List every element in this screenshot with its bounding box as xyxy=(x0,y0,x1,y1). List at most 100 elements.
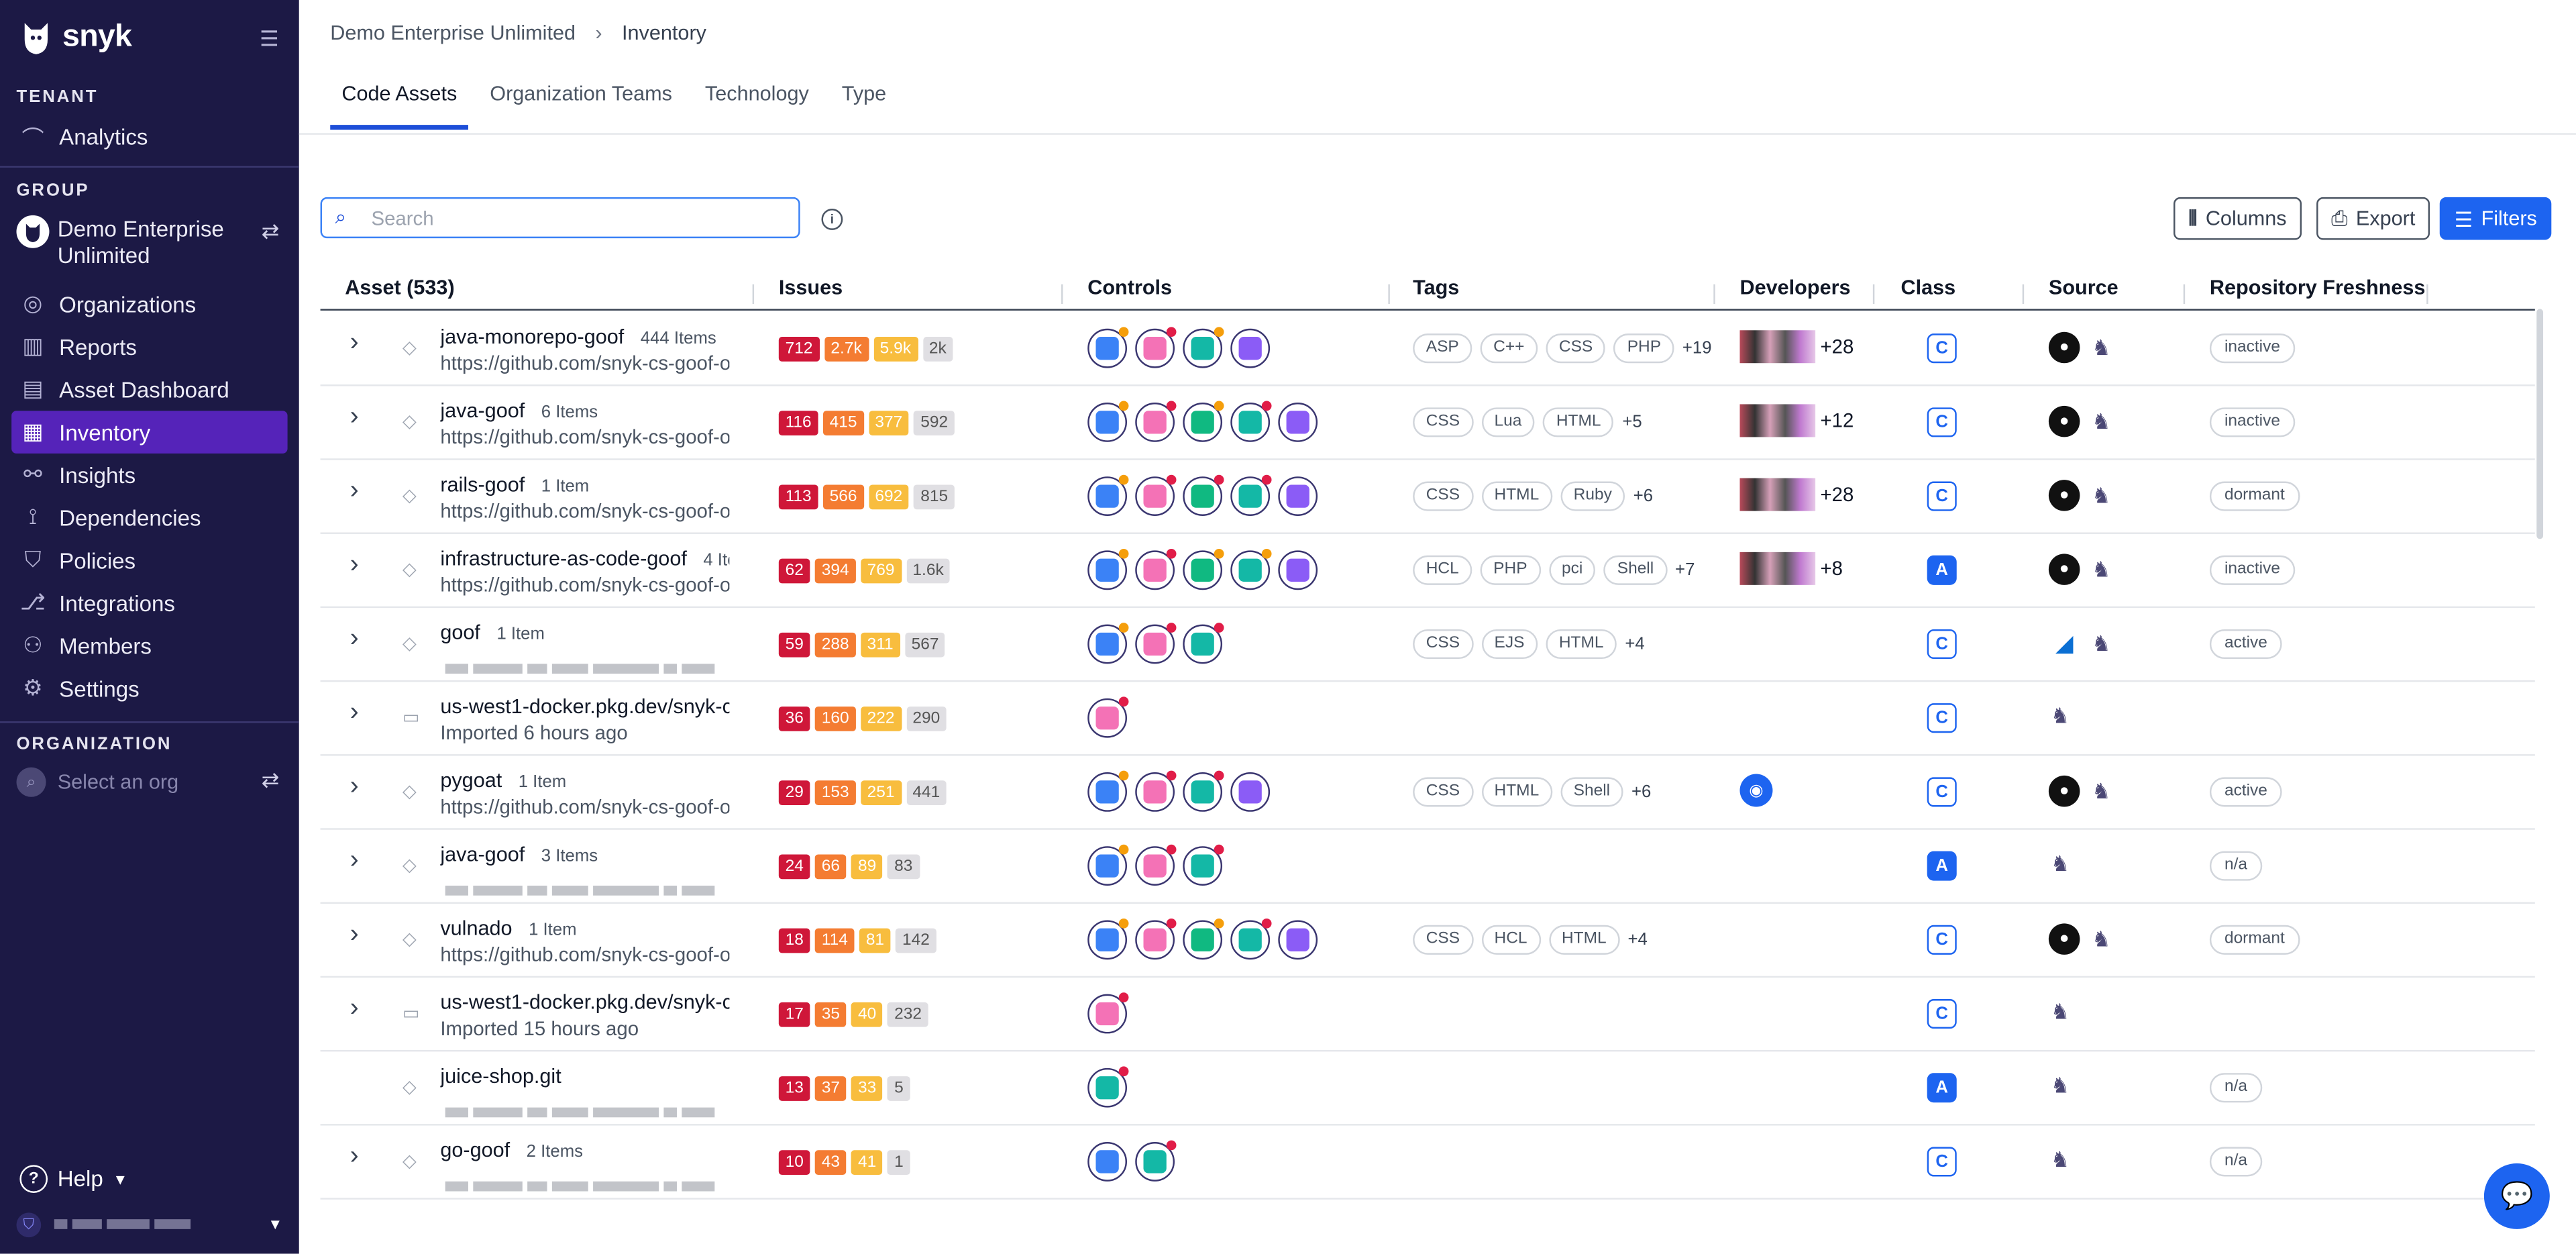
critical-count[interactable]: 62 xyxy=(778,558,810,584)
tags-more-count[interactable]: +4 xyxy=(1625,634,1644,654)
control-badge-icon[interactable] xyxy=(1087,548,1129,590)
columns-button[interactable]: ⦀ Columns xyxy=(2174,197,2302,240)
tag-chip[interactable]: PHP xyxy=(1614,333,1674,364)
nav-item-dependencies[interactable]: ⟟ Dependencies xyxy=(11,497,287,539)
col-tags[interactable]: Tags xyxy=(1413,276,1459,299)
asset-name[interactable]: java-monorepo-goof 444 Items xyxy=(440,325,716,348)
tag-chip[interactable]: HTML xyxy=(1543,407,1615,437)
nav-item-integrations[interactable]: ⎇ Integrations xyxy=(11,582,287,625)
tags-more-count[interactable]: +6 xyxy=(1631,782,1651,802)
critical-count[interactable]: 17 xyxy=(778,1002,810,1027)
asset-name[interactable]: go-goof 2 Items xyxy=(440,1139,583,1161)
low-count[interactable]: 1.6k xyxy=(906,558,951,584)
control-badge-icon[interactable] xyxy=(1087,770,1129,812)
control-badge-icon[interactable] xyxy=(1135,327,1177,368)
low-count[interactable]: 290 xyxy=(906,707,947,731)
medium-count[interactable]: 377 xyxy=(868,411,910,435)
tag-chip[interactable]: CSS xyxy=(1413,407,1473,437)
github-icon[interactable]: ● xyxy=(2048,480,2080,511)
table-row[interactable]: ◇ juice-shop.git 13 37 33 5 A ♞ n/a xyxy=(320,1050,2535,1126)
developer-avatars[interactable] xyxy=(1739,404,1816,437)
tags-more-count[interactable]: +4 xyxy=(1627,930,1647,949)
github-icon[interactable]: ● xyxy=(2048,923,2080,955)
expand-chevron-icon[interactable]: › xyxy=(350,994,359,1024)
expand-chevron-icon[interactable]: › xyxy=(350,846,359,876)
control-badge-icon[interactable] xyxy=(1183,623,1224,664)
expand-chevron-icon[interactable]: › xyxy=(350,550,359,580)
tag-chip[interactable]: CSS xyxy=(1413,629,1473,660)
collapse-sidebar-icon[interactable]: ☰ xyxy=(260,27,282,51)
low-count[interactable]: 1 xyxy=(888,1150,910,1175)
control-badge-icon[interactable] xyxy=(1183,770,1224,812)
col-asset[interactable]: Asset (533) xyxy=(345,276,454,299)
control-badge-icon[interactable] xyxy=(1135,474,1177,516)
help-menu[interactable]: ? Help ▼ xyxy=(19,1165,127,1193)
nav-item-policies[interactable]: ⛉ Policies xyxy=(11,539,287,582)
control-badge-icon[interactable] xyxy=(1230,772,1271,812)
table-row[interactable]: › ◇ java-goof 3 Items 24 66 89 83 A ♞ n/a xyxy=(320,828,2535,904)
azure-devops-icon[interactable]: ◢ xyxy=(2049,628,2080,660)
medium-count[interactable]: 81 xyxy=(859,928,891,953)
snyk-icon[interactable]: ♞ xyxy=(2049,702,2072,731)
asset-name[interactable]: juice-shop.git xyxy=(440,1065,561,1088)
critical-count[interactable]: 10 xyxy=(778,1150,810,1175)
asset-name[interactable]: us-west1-docker.pkg.dev/snyk-cx- xyxy=(440,695,729,718)
asset-name[interactable]: vulnado 1 Item xyxy=(440,917,576,940)
snyk-icon[interactable]: ♞ xyxy=(2049,1145,2072,1175)
group-selector[interactable]: Demo Enterprise Unlimited ⇄ xyxy=(16,215,286,269)
tag-chip[interactable]: HCL xyxy=(1413,555,1472,585)
tag-chip[interactable]: HCL xyxy=(1481,925,1541,955)
github-icon[interactable]: ● xyxy=(2048,405,2080,437)
control-badge-icon[interactable] xyxy=(1183,401,1224,442)
low-count[interactable]: 441 xyxy=(906,780,947,806)
snyk-icon[interactable]: ♞ xyxy=(2090,925,2112,954)
asset-name[interactable]: java-goof 3 Items xyxy=(440,843,598,866)
expand-chevron-icon[interactable]: › xyxy=(350,625,359,654)
table-row[interactable]: › ◇ java-goof 6 Items https://github.com/sny… xyxy=(320,384,2535,460)
tag-chip[interactable]: CSS xyxy=(1413,481,1473,511)
tag-chip[interactable]: HTML xyxy=(1481,481,1552,511)
developer-avatars[interactable] xyxy=(1739,552,1816,585)
control-badge-icon[interactable] xyxy=(1135,1140,1177,1182)
control-badge-icon[interactable] xyxy=(1087,1066,1129,1108)
nav-item-inventory[interactable]: ▦ Inventory xyxy=(11,411,288,454)
control-badge-icon[interactable] xyxy=(1278,920,1318,960)
tag-chip[interactable]: HTML xyxy=(1548,925,1620,955)
tag-chip[interactable]: PHP xyxy=(1480,555,1541,585)
tags-more-count[interactable]: +6 xyxy=(1633,486,1653,506)
tag-chip[interactable]: pci xyxy=(1548,555,1596,585)
critical-count[interactable]: 18 xyxy=(778,928,810,953)
tag-chip[interactable]: Ruby xyxy=(1560,481,1625,511)
tab-technology[interactable]: Technology xyxy=(694,82,820,129)
control-badge-icon[interactable] xyxy=(1278,476,1318,516)
high-count[interactable]: 153 xyxy=(815,780,856,806)
tab-code-assets[interactable]: Code Assets xyxy=(330,82,469,130)
medium-count[interactable]: 41 xyxy=(851,1150,883,1175)
medium-count[interactable]: 5.9k xyxy=(873,337,918,362)
table-row[interactable]: › ◇ java-monorepo-goof 444 Items https://git… xyxy=(320,311,2535,386)
export-button[interactable]: ⎙ Export xyxy=(2316,197,2430,240)
control-badge-icon[interactable] xyxy=(1087,401,1129,442)
low-count[interactable]: 232 xyxy=(888,1002,928,1027)
control-badge-icon[interactable] xyxy=(1230,474,1272,516)
control-badge-icon[interactable] xyxy=(1183,844,1224,886)
low-count[interactable]: 83 xyxy=(888,854,920,880)
control-badge-icon[interactable] xyxy=(1230,328,1271,368)
nav-item-insights[interactable]: ⚯ Insights xyxy=(11,454,287,497)
control-badge-icon[interactable] xyxy=(1135,401,1177,442)
tag-chip[interactable]: ASP xyxy=(1413,333,1472,364)
col-source[interactable]: Source xyxy=(2049,276,2118,299)
tags-more-count[interactable]: +7 xyxy=(1675,560,1695,580)
medium-count[interactable]: 33 xyxy=(851,1076,883,1101)
medium-count[interactable]: 40 xyxy=(851,1002,883,1027)
snyk-icon[interactable]: ♞ xyxy=(2090,629,2112,658)
developers-more-count[interactable]: +8 xyxy=(1820,557,1843,580)
tag-chip[interactable]: CSS xyxy=(1413,777,1473,807)
high-count[interactable]: 394 xyxy=(815,558,856,584)
snyk-logo[interactable]: snyk xyxy=(19,19,132,56)
critical-count[interactable]: 29 xyxy=(778,780,810,806)
low-count[interactable]: 2k xyxy=(922,337,953,362)
medium-count[interactable]: 251 xyxy=(860,780,902,806)
snyk-icon[interactable]: ♞ xyxy=(2049,998,2072,1027)
chat-support-button[interactable]: 💬 xyxy=(2483,1163,2550,1229)
